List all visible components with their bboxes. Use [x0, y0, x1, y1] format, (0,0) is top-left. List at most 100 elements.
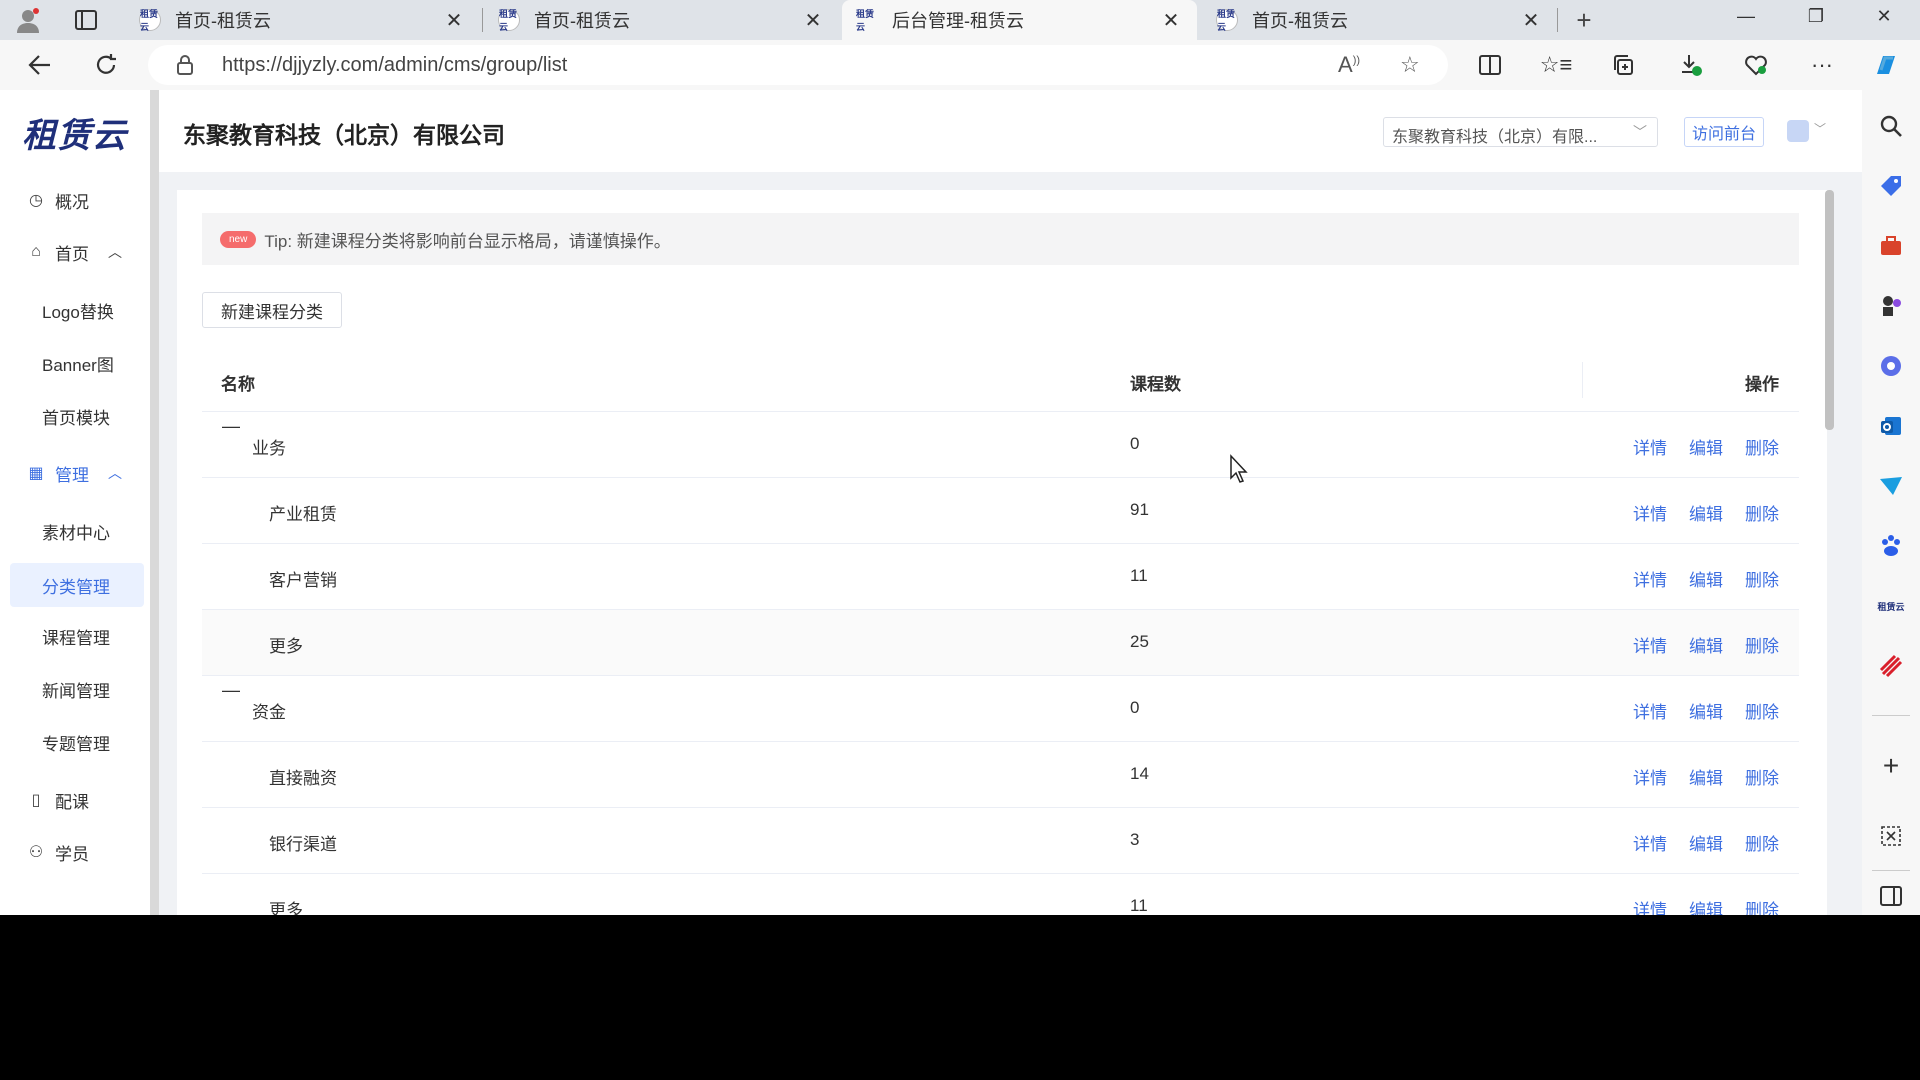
tools-icon[interactable]	[1875, 230, 1907, 262]
sidebar-item-logo-replace[interactable]: Logo替换	[10, 290, 144, 330]
details-link[interactable]: 详情	[1633, 632, 1667, 657]
details-link[interactable]: 详情	[1633, 764, 1667, 789]
refresh-icon[interactable]	[88, 48, 124, 82]
collections-icon[interactable]	[1607, 50, 1639, 80]
new-tab-button[interactable]: +	[1568, 4, 1600, 36]
sidebar-item-topic-manage[interactable]: 专题管理	[10, 722, 144, 762]
category-name: 更多	[269, 901, 303, 915]
edit-link[interactable]: 编辑	[1689, 632, 1723, 657]
org-select[interactable]: 东聚教育科技（北京）有限... ﹀	[1383, 117, 1658, 147]
chevron-down-icon[interactable]: ﹀	[1814, 120, 1826, 137]
delete-link[interactable]: 删除	[1745, 896, 1779, 915]
games-icon[interactable]	[1875, 290, 1907, 322]
restore-icon[interactable]: ❐	[1786, 0, 1846, 32]
row-actions: 详情 编辑 删除	[1633, 434, 1779, 459]
sidebar-scrollbar[interactable]	[150, 90, 159, 915]
favorite-star-icon[interactable]: ☆	[1400, 52, 1420, 78]
tab-2[interactable]: 租赁云 首页-租赁云 ✕	[484, 0, 839, 40]
course-count: 0	[1130, 698, 1140, 717]
shopping-tag-icon[interactable]	[1875, 170, 1907, 202]
delete-link[interactable]: 删除	[1745, 566, 1779, 591]
read-aloud-icon[interactable]: A))	[1338, 52, 1360, 78]
details-link[interactable]: 详情	[1633, 500, 1667, 525]
details-link[interactable]: 详情	[1633, 830, 1667, 855]
delete-link[interactable]: 删除	[1745, 632, 1779, 657]
avatar[interactable]	[1787, 120, 1809, 142]
course-count: 3	[1130, 830, 1140, 849]
row-actions: 详情 编辑 删除	[1633, 764, 1779, 789]
edit-link[interactable]: 编辑	[1689, 896, 1723, 915]
send-icon[interactable]	[1875, 470, 1907, 502]
baidu-icon[interactable]	[1875, 530, 1907, 562]
browser-essentials-icon[interactable]	[1740, 50, 1772, 80]
visit-frontend-button[interactable]: 访问前台	[1684, 117, 1764, 147]
minimize-icon[interactable]: —	[1716, 0, 1776, 32]
content-card: new Tip: 新建课程分类将影响前台显示格局，请谨慎操作。 新建课程分类 名…	[177, 190, 1827, 915]
sidebar-item-assign-course[interactable]: ▯ 配课	[10, 780, 144, 820]
favorites-icon[interactable]: ☆≡	[1540, 50, 1573, 80]
details-link[interactable]: 详情	[1633, 896, 1667, 915]
browser-toolbar: https://djjyzly.com/admin/cms/group/list…	[0, 40, 1920, 90]
edge-sidebar-divider	[1872, 870, 1910, 871]
tip-text: Tip: 新建课程分类将影响前台显示格局，请谨慎操作。	[264, 231, 671, 251]
sidebar-item-overview[interactable]: ◷ 概况	[10, 180, 144, 220]
tab-4[interactable]: 租赁云 首页-租赁云 ✕	[1202, 0, 1557, 40]
close-tab-icon[interactable]: ✕	[801, 8, 825, 33]
app-icon[interactable]	[1875, 650, 1907, 682]
url-text[interactable]: https://djjyzly.com/admin/cms/group/list	[222, 54, 567, 77]
sidebar-item-manage[interactable]: ▦ 管理 ︿	[10, 453, 144, 493]
search-icon[interactable]	[1875, 110, 1907, 142]
sidebar-item-category-manage[interactable]: 分类管理	[10, 563, 144, 607]
downloads-icon[interactable]	[1675, 50, 1707, 80]
logo[interactable]: 租赁云	[22, 108, 127, 157]
close-window-icon[interactable]: ✕	[1854, 0, 1914, 32]
delete-link[interactable]: 删除	[1745, 764, 1779, 789]
sidebar-item-students[interactable]: ⚇ 学员	[10, 832, 144, 872]
sidebar-item-banner[interactable]: Banner图	[10, 343, 144, 383]
hide-sidebar-icon[interactable]	[1875, 880, 1907, 912]
edit-link[interactable]: 编辑	[1689, 830, 1723, 855]
collapse-toggle-icon[interactable]: —	[222, 680, 240, 701]
tab-actions-icon[interactable]	[70, 4, 102, 36]
edit-link[interactable]: 编辑	[1689, 434, 1723, 459]
delete-link[interactable]: 删除	[1745, 500, 1779, 525]
edit-link[interactable]: 编辑	[1689, 500, 1723, 525]
collapse-toggle-icon[interactable]: —	[222, 416, 240, 437]
sidebar-item-news-manage[interactable]: 新闻管理	[10, 669, 144, 709]
outlook-icon[interactable]	[1875, 410, 1907, 442]
table-row: 产业租赁 91 详情 编辑 删除	[202, 478, 1799, 544]
details-link[interactable]: 详情	[1633, 698, 1667, 723]
zulinyun-app-icon[interactable]: 租赁云	[1875, 590, 1907, 622]
sidebar-item-material-center[interactable]: 素材中心	[10, 511, 144, 551]
sidebar-item-home-modules[interactable]: 首页模块	[10, 396, 144, 436]
delete-link[interactable]: 删除	[1745, 830, 1779, 855]
back-icon[interactable]	[22, 48, 58, 82]
browser-tab-strip: 租赁云 首页-租赁云 ✕ 租赁云 首页-租赁云 ✕ 租赁云 后台管理-租赁云 ✕…	[0, 0, 1920, 40]
edit-link[interactable]: 编辑	[1689, 698, 1723, 723]
sidebar-item-course-manage[interactable]: 课程管理	[10, 616, 144, 656]
screenshot-icon[interactable]	[1875, 820, 1907, 852]
more-menu-icon[interactable]: ···	[1806, 50, 1838, 80]
close-tab-icon[interactable]: ✕	[1519, 8, 1543, 33]
close-tab-icon[interactable]: ✕	[1159, 8, 1183, 33]
address-bar[interactable]: https://djjyzly.com/admin/cms/group/list…	[148, 45, 1448, 85]
content-scrollbar[interactable]	[1825, 190, 1834, 430]
delete-link[interactable]: 删除	[1745, 434, 1779, 459]
close-tab-icon[interactable]: ✕	[442, 8, 466, 33]
delete-link[interactable]: 删除	[1745, 698, 1779, 723]
profile-icon[interactable]	[12, 4, 44, 36]
tab-3-active[interactable]: 租赁云 后台管理-租赁云 ✕	[842, 0, 1197, 40]
details-link[interactable]: 详情	[1633, 434, 1667, 459]
add-icon[interactable]: +	[1875, 750, 1907, 782]
copilot-icon[interactable]	[1870, 50, 1902, 80]
lock-icon[interactable]	[176, 55, 194, 80]
sidebar-item-label: 配课	[55, 792, 89, 812]
details-link[interactable]: 详情	[1633, 566, 1667, 591]
microsoft-365-icon[interactable]	[1875, 350, 1907, 382]
new-category-button[interactable]: 新建课程分类	[202, 292, 342, 328]
tab-1[interactable]: 租赁云 首页-租赁云 ✕	[125, 0, 480, 40]
sidebar-item-home[interactable]: ⌂ 首页 ︿	[10, 232, 144, 272]
edit-link[interactable]: 编辑	[1689, 566, 1723, 591]
edit-link[interactable]: 编辑	[1689, 764, 1723, 789]
split-screen-icon[interactable]	[1474, 50, 1506, 80]
